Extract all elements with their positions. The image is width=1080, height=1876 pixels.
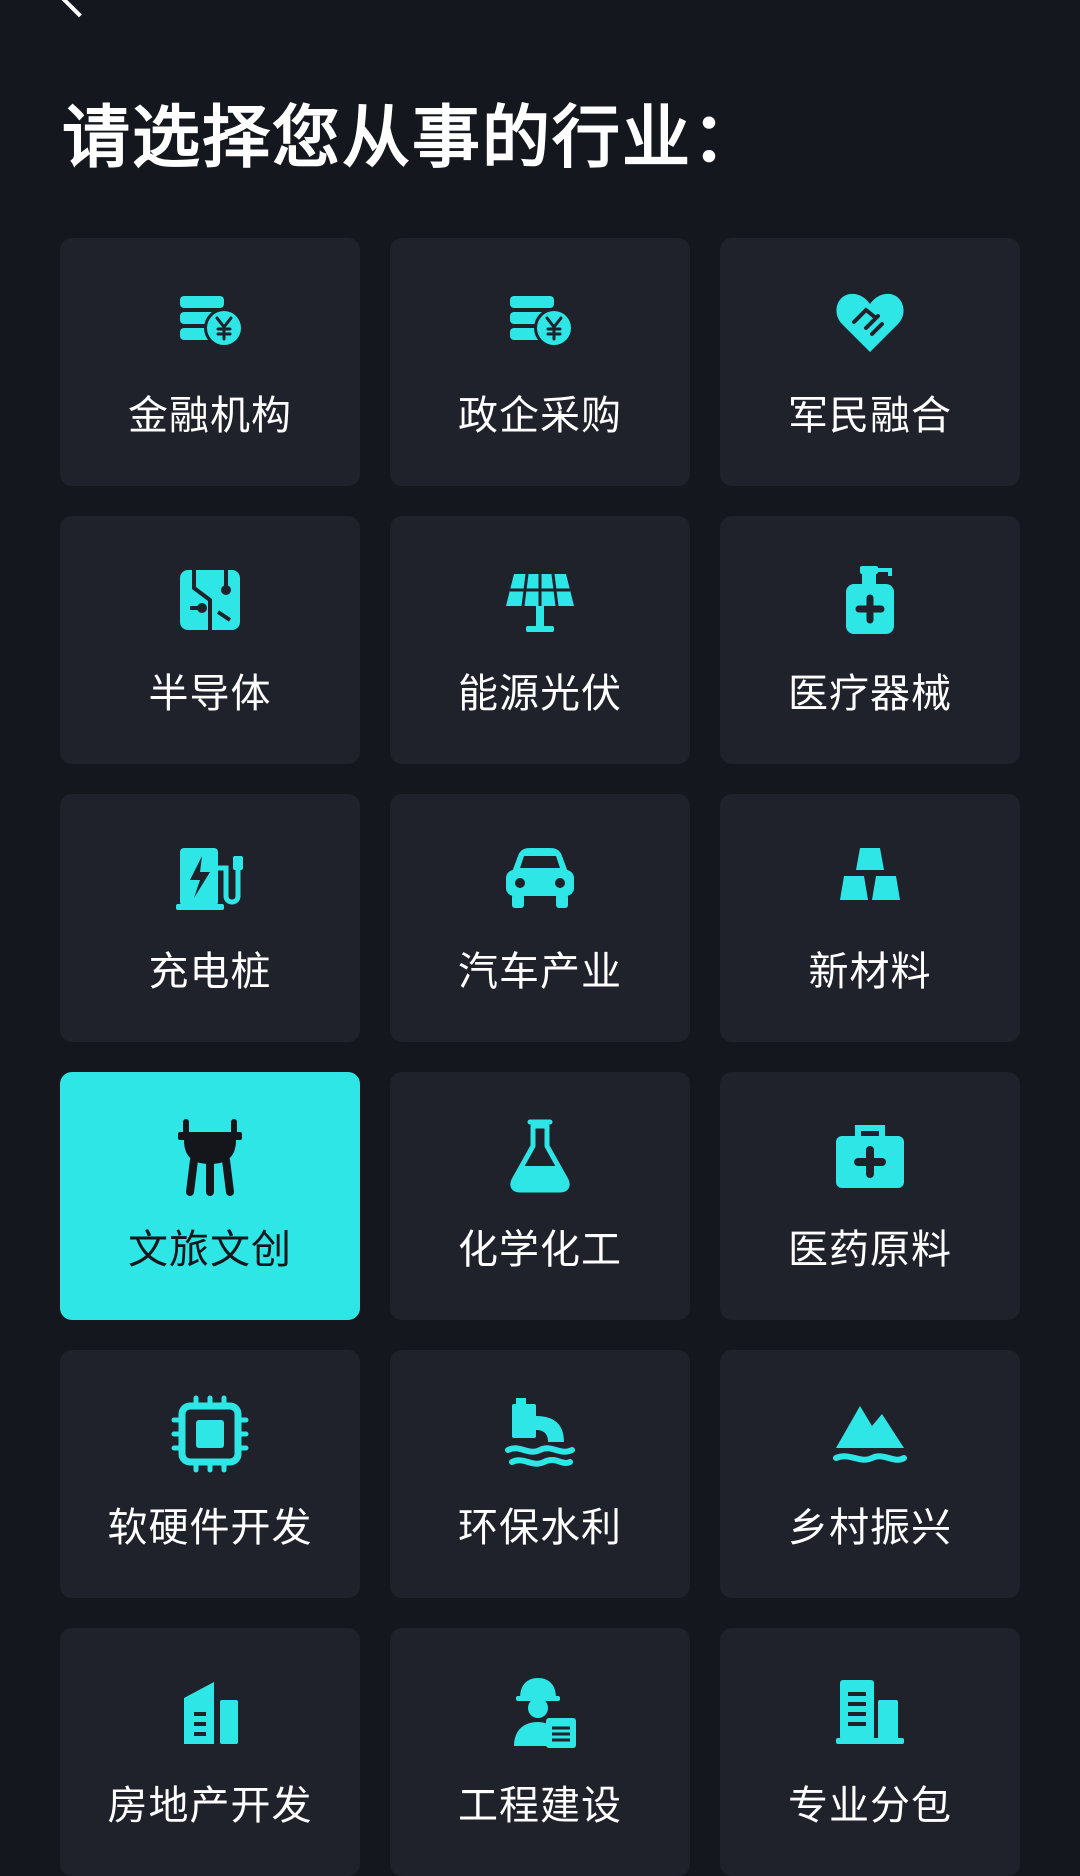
circuit-chip-icon	[170, 560, 250, 640]
industry-label: 专业分包	[788, 1783, 952, 1829]
industry-tile-solar-energy[interactable]: 能源光伏	[390, 516, 690, 764]
office-building-icon	[830, 1672, 910, 1752]
coins-yen-icon	[500, 282, 580, 362]
industry-label: 新材料	[808, 949, 932, 995]
industry-label: 房地产开发	[107, 1783, 313, 1829]
heart-handshake-icon	[830, 282, 910, 362]
industry-label: 乡村振兴	[788, 1505, 952, 1551]
industry-label: 金融机构	[128, 393, 292, 439]
industry-tile-charging-pile[interactable]: 充电桩	[60, 794, 360, 1042]
industry-tile-procurement[interactable]: 政企采购	[390, 238, 690, 486]
industry-label: 充电桩	[148, 949, 272, 995]
car-icon	[500, 838, 580, 918]
industry-tile-pharma-materials[interactable]: 医药原料	[720, 1072, 1020, 1320]
engineer-icon	[500, 1672, 580, 1752]
industry-grid: 金融机构 政企采购 军民融合 半导体 能源光伏 医疗器械 充电桩 汽车产业 新材…	[60, 238, 1021, 1876]
charging-station-icon	[170, 838, 250, 918]
industry-label: 半导体	[148, 671, 272, 717]
cpu-chip-icon	[170, 1394, 250, 1474]
industry-tile-software-hardware[interactable]: 软硬件开发	[60, 1350, 360, 1598]
industry-tile-military-civil[interactable]: 军民融合	[720, 238, 1020, 486]
industry-tile-semiconductor[interactable]: 半导体	[60, 516, 360, 764]
solar-panel-icon	[500, 560, 580, 640]
industry-label: 汽车产业	[458, 949, 622, 995]
industry-label: 医疗器械	[788, 671, 952, 717]
industry-tile-rural-revitalization[interactable]: 乡村振兴	[720, 1350, 1020, 1598]
industry-tile-new-materials[interactable]: 新材料	[720, 794, 1020, 1042]
industry-tile-construction[interactable]: 工程建设	[390, 1628, 690, 1876]
industry-label: 化学化工	[458, 1227, 622, 1273]
industry-label: 工程建设	[458, 1783, 622, 1829]
industry-tile-automotive[interactable]: 汽车产业	[390, 794, 690, 1042]
industry-tile-environment-water[interactable]: 环保水利	[390, 1350, 690, 1598]
industry-label: 政企采购	[458, 393, 622, 439]
industry-tile-subcontracting[interactable]: 专业分包	[720, 1628, 1020, 1876]
industry-label: 医药原料	[788, 1227, 952, 1273]
industry-tile-finance[interactable]: 金融机构	[60, 238, 360, 486]
medical-kit-icon	[830, 1116, 910, 1196]
coins-yen-icon	[170, 282, 250, 362]
industry-label: 文旅文创	[128, 1227, 292, 1273]
industry-label: 环保水利	[458, 1505, 622, 1551]
industry-tile-chemical[interactable]: 化学化工	[390, 1072, 690, 1320]
industry-label: 军民融合	[788, 393, 952, 439]
industry-label: 能源光伏	[458, 671, 622, 717]
flask-icon	[500, 1116, 580, 1196]
medical-bottle-icon	[830, 560, 910, 640]
building-icon	[170, 1672, 250, 1752]
ancient-cauldron-icon	[170, 1116, 250, 1196]
water-outlet-icon	[500, 1394, 580, 1474]
gold-bars-icon	[830, 838, 910, 918]
back-chevron-icon[interactable]	[60, 0, 98, 18]
industry-tile-real-estate[interactable]: 房地产开发	[60, 1628, 360, 1876]
mountain-icon	[830, 1394, 910, 1474]
industry-tile-medical-devices[interactable]: 医疗器械	[720, 516, 1020, 764]
industry-label: 软硬件开发	[107, 1505, 313, 1551]
industry-tile-culture-tourism[interactable]: 文旅文创	[60, 1072, 360, 1320]
page-title: 请选择您从事的行业：	[62, 99, 763, 178]
